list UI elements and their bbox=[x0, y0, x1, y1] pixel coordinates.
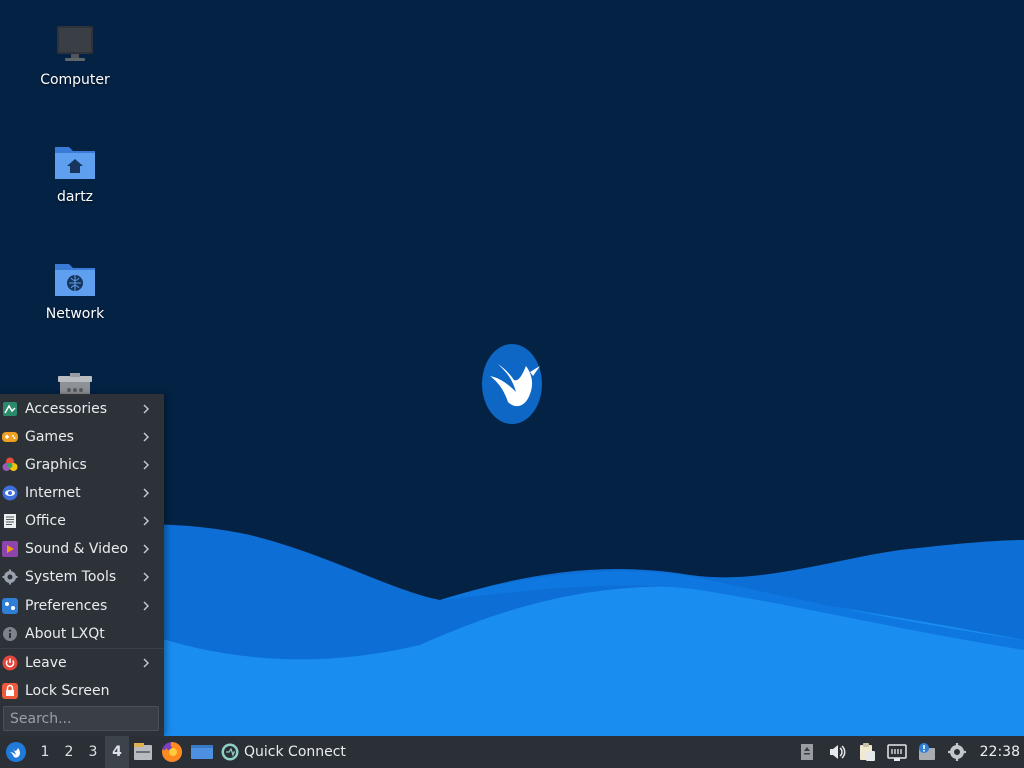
menu-search-input[interactable] bbox=[3, 706, 159, 731]
chevron-right-icon bbox=[138, 569, 154, 585]
menu-item-sound-video[interactable]: Sound & Video bbox=[0, 535, 164, 563]
system-tools-icon bbox=[2, 569, 18, 585]
desktop-icon-label: Computer bbox=[40, 72, 110, 88]
menu-item-about-lxqt[interactable]: About LXQt bbox=[0, 620, 164, 648]
quick-connect-icon bbox=[221, 743, 239, 761]
games-icon bbox=[2, 429, 18, 445]
menu-item-leave[interactable]: Leave bbox=[0, 649, 164, 677]
workspace-4-button[interactable]: 4 bbox=[105, 736, 129, 768]
desktop-icon bbox=[191, 745, 213, 759]
menu-item-label: Preferences bbox=[25, 598, 108, 614]
menu-item-preferences[interactable]: Preferences bbox=[0, 592, 164, 620]
clipboard-icon[interactable] bbox=[857, 742, 877, 762]
lubuntu-logo-icon bbox=[6, 742, 26, 762]
desktop-icon-dartz[interactable]: dartz bbox=[20, 139, 130, 205]
workspace-2-button[interactable]: 2 bbox=[57, 736, 81, 768]
chevron-right-icon bbox=[138, 457, 154, 473]
menu-item-label: About LXQt bbox=[25, 626, 105, 642]
menu-item-label: Games bbox=[25, 429, 74, 445]
quick-connect-label: Quick Connect bbox=[244, 744, 346, 760]
desktop-icon-label: Network bbox=[45, 306, 105, 322]
chevron-right-icon bbox=[138, 401, 154, 417]
file-manager-launcher[interactable] bbox=[129, 736, 157, 768]
clock[interactable]: 22:38 bbox=[980, 744, 1020, 760]
network-status-icon[interactable] bbox=[886, 742, 907, 762]
chevron-right-icon bbox=[138, 513, 154, 529]
application-menu: Accessories Games Graphics Internet Offi… bbox=[0, 394, 164, 736]
taskbar: 1 2 3 4 Quick Connect 22:38 bbox=[0, 736, 1024, 768]
menu-item-label: Graphics bbox=[25, 457, 87, 473]
main-menu-button[interactable] bbox=[0, 736, 32, 768]
firefox-launcher[interactable] bbox=[157, 736, 187, 768]
chevron-right-icon bbox=[138, 429, 154, 445]
quick-connect-task[interactable]: Quick Connect bbox=[217, 736, 352, 768]
office-icon bbox=[2, 513, 18, 529]
power-icon bbox=[2, 655, 18, 671]
home-folder-icon bbox=[53, 139, 97, 183]
menu-item-internet[interactable]: Internet bbox=[0, 479, 164, 507]
chevron-right-icon bbox=[138, 541, 154, 557]
graphics-icon bbox=[2, 457, 18, 473]
menu-item-label: Lock Screen bbox=[25, 683, 110, 699]
removable-media-icon[interactable] bbox=[797, 742, 817, 762]
chevron-right-icon bbox=[138, 598, 154, 614]
workspace-3-button[interactable]: 3 bbox=[81, 736, 105, 768]
network-folder-icon bbox=[53, 256, 97, 300]
menu-item-label: Sound & Video bbox=[25, 541, 129, 557]
internet-icon bbox=[2, 485, 18, 501]
menu-item-label: System Tools bbox=[25, 569, 117, 585]
sound-video-icon bbox=[2, 541, 18, 557]
hummingbird-logo-icon bbox=[482, 344, 542, 424]
menu-item-label: Internet bbox=[25, 485, 81, 501]
menu-item-graphics[interactable]: Graphics bbox=[0, 451, 164, 479]
computer-icon bbox=[53, 22, 97, 66]
file-manager-icon bbox=[134, 743, 152, 760]
chevron-right-icon bbox=[138, 485, 154, 501]
info-icon bbox=[2, 626, 18, 642]
menu-item-accessories[interactable]: Accessories bbox=[0, 395, 164, 423]
system-tray: 22:38 bbox=[792, 736, 1024, 768]
show-desktop-button[interactable] bbox=[187, 736, 217, 768]
menu-item-label: Office bbox=[25, 513, 66, 529]
accessories-icon bbox=[2, 401, 18, 417]
desktop-icon-computer[interactable]: Computer bbox=[20, 22, 130, 88]
menu-item-label: Leave bbox=[25, 655, 67, 671]
desktop-icon-network[interactable]: Network bbox=[20, 256, 130, 322]
menu-item-label: Accessories bbox=[25, 401, 108, 417]
lock-icon bbox=[2, 683, 18, 699]
preferences-icon bbox=[2, 598, 18, 614]
menu-item-office[interactable]: Office bbox=[0, 507, 164, 535]
volume-icon[interactable] bbox=[827, 742, 847, 762]
firefox-icon bbox=[162, 741, 183, 762]
update-notifier-icon[interactable] bbox=[917, 742, 937, 762]
menu-item-system-tools[interactable]: System Tools bbox=[0, 563, 164, 591]
desktop-icon-label: dartz bbox=[56, 189, 94, 205]
chevron-right-icon bbox=[138, 655, 154, 671]
menu-item-games[interactable]: Games bbox=[0, 423, 164, 451]
settings-tray-icon[interactable] bbox=[947, 742, 967, 762]
workspace-1-button[interactable]: 1 bbox=[33, 736, 57, 768]
menu-item-lock-screen[interactable]: Lock Screen bbox=[0, 677, 164, 705]
